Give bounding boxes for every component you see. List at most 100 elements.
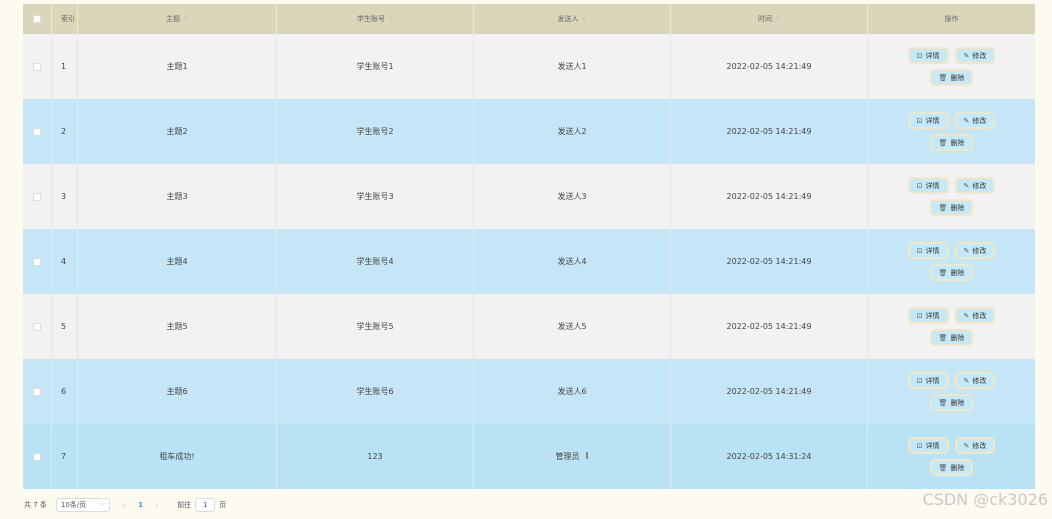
trash-icon: 🗑 [938, 398, 948, 407]
cell-account-text: 123 [367, 452, 383, 461]
delete-button[interactable]: 🗑 删除 [929, 199, 974, 216]
edit-icon: ✎ [963, 51, 970, 60]
cell-subject-text: 租车成功! [159, 452, 195, 461]
edit-button[interactable]: ✎ 修改 [954, 437, 996, 454]
delete-button[interactable]: 🗑 删除 [929, 329, 974, 346]
edit-icon: ✎ [963, 441, 970, 450]
cell-subject: 主题1 [78, 34, 277, 99]
row-select-cell[interactable] [23, 34, 52, 99]
header-ops-label: 操作 [944, 15, 959, 23]
sort-icon[interactable]: ⇕ [775, 16, 780, 23]
detail-icon: ⊡ [916, 311, 923, 320]
data-table: 索引 主题 ⇕ 学生账号 ⇕ 发送人 ⇕ 时间 ⇕ 操作 1 主题1 学生账号1 发送人1 20… [23, 4, 1035, 489]
delete-button[interactable]: 🗑 删除 [929, 264, 974, 281]
row-select-cell[interactable] [23, 294, 52, 359]
watermark: CSDN @ck3026 [922, 490, 1048, 509]
text-cursor-icon: I [585, 451, 589, 462]
detail-button[interactable]: ⊡ 详情 [907, 112, 949, 129]
row-checkbox[interactable] [33, 62, 41, 71]
cell-index-text: 2 [61, 127, 67, 136]
edit-button[interactable]: ✎ 修改 [954, 307, 996, 324]
table-row[interactable]: 3 主题3 学生账号3 发送人3 2022-02-05 14:21:49 ⊡ 详情 ✎ 修改 🗑 删… [23, 164, 1035, 229]
sort-icon[interactable]: ⇕ [388, 16, 393, 23]
edit-icon: ✎ [963, 376, 970, 385]
cell-subject-text: 主题6 [166, 387, 188, 396]
cell-time: 2022-02-05 14:21:49 [671, 229, 868, 294]
detail-button[interactable]: ⊡ 详情 [907, 177, 949, 194]
trash-icon: 🗑 [938, 463, 948, 472]
edit-label: 修改 [972, 311, 987, 320]
row-select-cell[interactable] [23, 424, 52, 489]
delete-button[interactable]: 🗑 删除 [929, 134, 974, 151]
detail-button[interactable]: ⊡ 详情 [907, 372, 949, 389]
cell-index-text: 6 [61, 387, 67, 396]
next-page-button[interactable]: › [155, 501, 158, 510]
table-row[interactable]: 1 主题1 学生账号1 发送人1 2022-02-05 14:21:49 ⊡ 详情 ✎ 修改 🗑 删… [23, 34, 1035, 99]
delete-button[interactable]: 🗑 删除 [929, 459, 974, 476]
page-size-select[interactable]: 10条/页 ﹀ [55, 498, 110, 512]
edit-icon: ✎ [963, 246, 970, 255]
delete-button[interactable]: 🗑 删除 [929, 69, 974, 86]
cell-subject-text: 主题2 [166, 127, 188, 136]
row-checkbox[interactable] [33, 452, 41, 461]
header-sender[interactable]: 发送人 ⇕ [474, 4, 671, 34]
edit-button[interactable]: ✎ 修改 [954, 242, 996, 259]
row-select-cell[interactable] [23, 164, 52, 229]
row-checkbox[interactable] [33, 387, 41, 396]
select-all-checkbox[interactable] [33, 15, 41, 23]
delete-label: 删除 [950, 463, 965, 472]
detail-label: 详情 [925, 246, 940, 255]
detail-label: 详情 [925, 181, 940, 190]
sort-icon[interactable]: ⇕ [183, 16, 188, 23]
header-time[interactable]: 时间 ⇕ [671, 4, 868, 34]
cell-index-text: 3 [61, 192, 67, 201]
cell-sender: 发送人1 [474, 34, 671, 99]
detail-button[interactable]: ⊡ 详情 [907, 47, 949, 64]
cell-ops: ⊡ 详情 ✎ 修改 🗑 删除 [868, 359, 1035, 424]
edit-button[interactable]: ✎ 修改 [954, 177, 996, 194]
select-all-cell[interactable] [23, 4, 52, 34]
table-row[interactable]: 4 主题4 学生账号4 发送人4 2022-02-05 14:21:49 ⊡ 详情 ✎ 修改 🗑 删… [23, 229, 1035, 294]
cell-sender: 发送人4 [474, 229, 671, 294]
row-select-cell[interactable] [23, 99, 52, 164]
row-checkbox[interactable] [33, 322, 41, 331]
chevron-down-icon: ﹀ [98, 502, 105, 510]
detail-button[interactable]: ⊡ 详情 [907, 307, 949, 324]
detail-button[interactable]: ⊡ 详情 [907, 437, 949, 454]
row-checkbox[interactable] [33, 127, 41, 136]
table-row[interactable]: 5 主题5 学生账号5 发送人5 2022-02-05 14:21:49 ⊡ 详情 ✎ 修改 🗑 删… [23, 294, 1035, 359]
cell-time: 2022-02-05 14:31:24 [671, 424, 868, 489]
sort-icon[interactable]: ⇕ [581, 16, 586, 23]
cell-time: 2022-02-05 14:21:49 [671, 359, 868, 424]
edit-button[interactable]: ✎ 修改 [954, 112, 996, 129]
cell-sender-text: 发送人5 [557, 322, 587, 331]
table-row[interactable]: 7 租车成功! 123 管理员 I 2022-02-05 14:31:24 ⊡ 详情 ✎ 修改 🗑 删… [23, 424, 1035, 489]
cell-sender-text: 管理员 [555, 452, 580, 461]
table-row[interactable]: 6 主题6 学生账号6 发送人6 2022-02-05 14:21:49 ⊡ 详情 ✎ 修改 🗑 删… [23, 359, 1035, 424]
prev-page-button[interactable]: ‹ [122, 501, 125, 510]
current-page[interactable]: 1 [138, 501, 143, 509]
cell-account: 学生账号6 [277, 359, 474, 424]
cell-account: 学生账号1 [277, 34, 474, 99]
delete-label: 删除 [950, 333, 965, 342]
edit-button[interactable]: ✎ 修改 [954, 47, 996, 64]
table-row[interactable]: 2 主题2 学生账号2 发送人2 2022-02-05 14:21:49 ⊡ 详情 ✎ 修改 🗑 删… [23, 99, 1035, 164]
row-checkbox[interactable] [33, 257, 41, 266]
header-subject[interactable]: 主题 ⇕ [78, 4, 277, 34]
row-checkbox[interactable] [33, 192, 41, 201]
row-select-cell[interactable] [23, 229, 52, 294]
cell-subject: 主题2 [78, 99, 277, 164]
cell-time-text: 2022-02-05 14:21:49 [726, 322, 812, 331]
edit-label: 修改 [972, 246, 987, 255]
cell-index: 2 [52, 99, 78, 164]
cell-subject-text: 主题3 [166, 192, 188, 201]
detail-button[interactable]: ⊡ 详情 [907, 242, 949, 259]
total-count: 共 7 条 [24, 501, 47, 509]
goto-page-input[interactable]: 1 [195, 498, 216, 512]
row-select-cell[interactable] [23, 359, 52, 424]
header-account[interactable]: 学生账号 ⇕ [277, 4, 474, 34]
delete-button[interactable]: 🗑 删除 [929, 394, 974, 411]
detail-label: 详情 [925, 311, 940, 320]
edit-label: 修改 [972, 181, 987, 190]
edit-button[interactable]: ✎ 修改 [954, 372, 996, 389]
